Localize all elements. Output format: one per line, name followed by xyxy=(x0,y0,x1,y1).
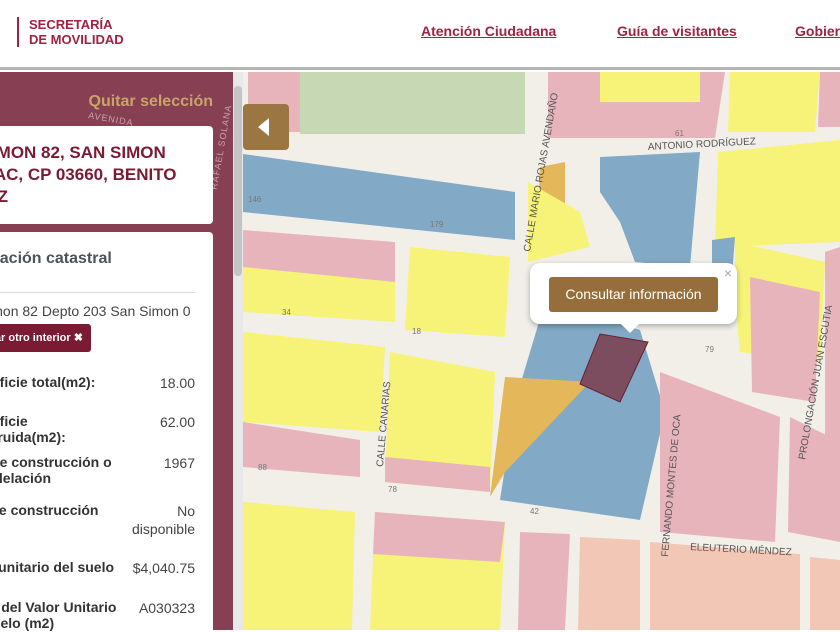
row-label: Año de construcción o remodelación xyxy=(0,454,112,486)
nav-guia-visitantes[interactable]: Guía de visitantes xyxy=(617,23,737,39)
svg-text:78: 78 xyxy=(388,485,397,494)
logo-line1: SECRETARÍA xyxy=(29,17,113,32)
svg-text:18: 18 xyxy=(412,327,421,336)
logo-line2: DE MOVILIDAD xyxy=(29,32,124,47)
chevron-left-icon xyxy=(258,118,269,136)
scrollbar-thumb[interactable] xyxy=(234,86,242,276)
consultar-informacion-button[interactable]: Consultar información xyxy=(549,277,718,312)
svg-text:79: 79 xyxy=(705,345,714,354)
info-sidebar: AVENIDA RAFAEL SOLANA Quitar selección S… xyxy=(0,72,234,632)
site-header: SECRETARÍA DE MOVILIDAD Atención Ciudada… xyxy=(0,0,840,70)
row-value: 1967 xyxy=(163,455,195,471)
divider xyxy=(0,292,195,293)
svg-text:42: 42 xyxy=(530,507,539,516)
collapse-panel-button[interactable] xyxy=(243,104,289,150)
address-text: SAN SIMON 82, SAN SIMON TICUMAC, CP 0366… xyxy=(0,143,177,206)
address-card: SAN SIMON 82, SAN SIMON TICUMAC, CP 0366… xyxy=(0,126,213,224)
row-value: No disponible xyxy=(131,503,195,537)
row-value: $4,040.75 xyxy=(132,560,195,576)
map-popup: × Consultar información xyxy=(530,263,737,333)
popup-tip xyxy=(620,323,640,333)
account-text: San Simon 82 Depto 203 San Simon 0 xyxy=(0,303,191,319)
logo[interactable]: SECRETARÍA DE MOVILIDAD xyxy=(17,17,124,47)
nav-atencion-ciudadana[interactable]: Atención Ciudadana xyxy=(421,23,556,39)
clear-selection-link[interactable]: Quitar selección xyxy=(89,93,214,111)
sidebar-scrollbar[interactable] xyxy=(233,72,243,630)
svg-text:34: 34 xyxy=(282,308,291,317)
svg-text:61: 61 xyxy=(675,129,684,138)
cadastral-info-card: Información catastral San Simon 82 Depto… xyxy=(0,232,213,632)
svg-text:88: 88 xyxy=(258,463,267,472)
row-value: 18.00 xyxy=(159,375,195,391)
row-label: Uso de construcción xyxy=(0,502,99,518)
row-value: A030323 xyxy=(138,600,195,616)
close-icon[interactable]: × xyxy=(724,265,732,281)
other-interior-button[interactable]: Buscar otro interior ✖ xyxy=(0,324,91,352)
svg-text:146: 146 xyxy=(248,195,262,204)
nav-gobierno[interactable]: Gobierno xyxy=(795,23,840,39)
info-title: Información catastral xyxy=(0,250,112,267)
row-label: Superficie total(m2): xyxy=(0,374,96,390)
row-value: 62.00 xyxy=(159,414,195,430)
svg-text:179: 179 xyxy=(430,220,444,229)
row-label: Valor unitario del suelo xyxy=(0,559,115,575)
row-label: Superficie construida(m2): xyxy=(0,413,66,445)
row-label: Clave del Valor Unitario del suelo (m2) xyxy=(0,599,117,631)
